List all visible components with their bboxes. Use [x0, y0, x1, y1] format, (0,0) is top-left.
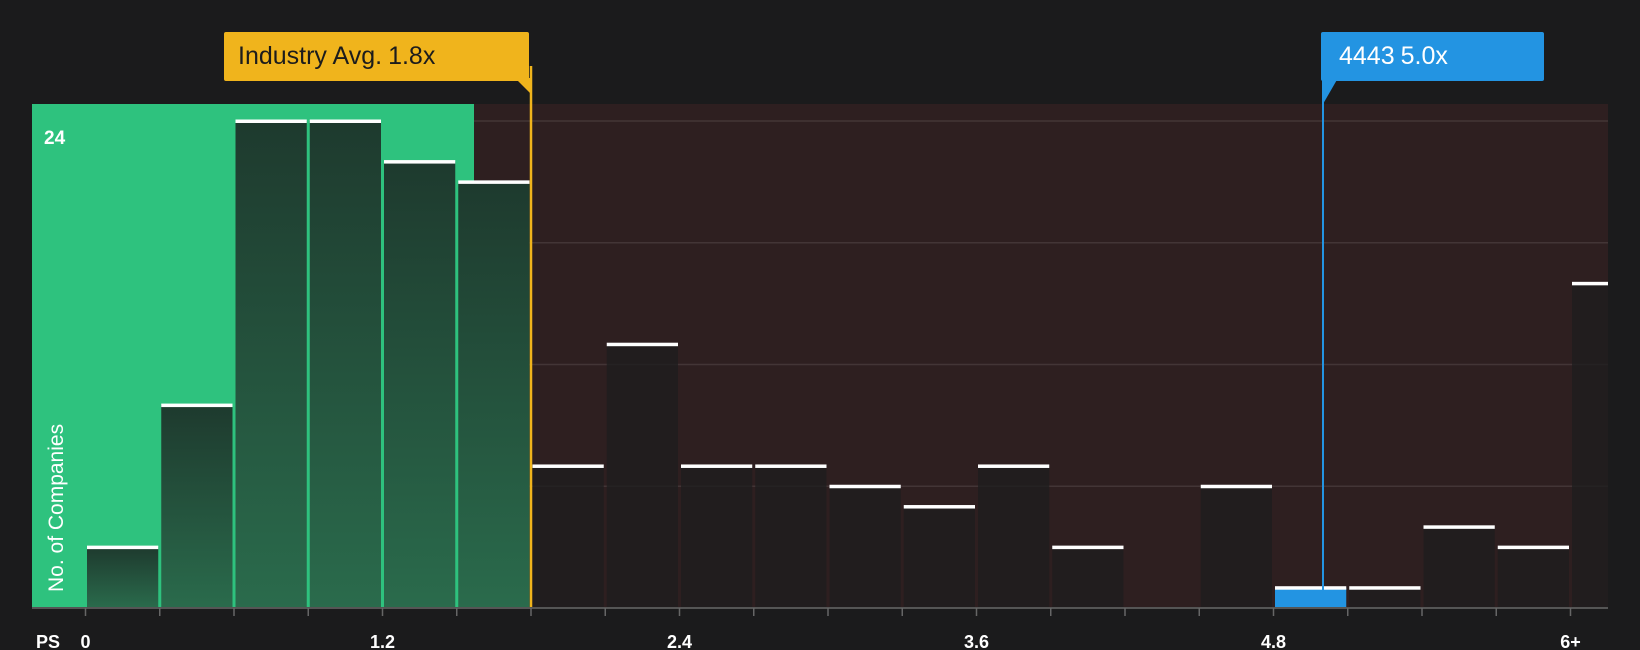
- bar-cap: [1275, 586, 1347, 590]
- histogram-bar: [458, 181, 530, 608]
- industry-average-value: 1.8x: [388, 42, 436, 70]
- bar-cap: [309, 119, 381, 123]
- bar-cap: [1423, 525, 1495, 529]
- histogram-bar: [87, 547, 159, 608]
- bar-cap: [1200, 484, 1272, 489]
- bar-cap: [606, 342, 678, 347]
- bar-cap: [235, 119, 307, 123]
- company-ticker: 4443: [1339, 42, 1395, 70]
- bar-cap: [978, 464, 1050, 468]
- bar-cap: [458, 180, 530, 184]
- x-tick-label: 3.6: [964, 632, 989, 650]
- bar-cap: [755, 464, 827, 468]
- x-tick-label: 2.4: [667, 632, 692, 650]
- ps-distribution-chart: 0 1.2 2.4 3.6 4.8 6+ 24 No. of Companies PS: [0, 0, 1640, 650]
- bar-cap: [1052, 545, 1124, 550]
- histogram-bar: [235, 121, 307, 608]
- histogram-bar: [309, 121, 381, 608]
- histogram-bar: [532, 465, 604, 608]
- histogram-bar: [1275, 587, 1347, 608]
- histogram-bar: [1572, 283, 1608, 608]
- histogram-bar: [1423, 526, 1495, 608]
- histogram-bar: [1349, 587, 1421, 608]
- bar-cap: [161, 403, 233, 408]
- bar-cap: [1349, 586, 1421, 590]
- histogram-bar: [1200, 486, 1272, 608]
- x-tick-label: 0: [80, 632, 90, 650]
- bar-cap: [1572, 281, 1608, 286]
- bar-cap: [87, 545, 159, 550]
- histogram-bar: [978, 465, 1050, 608]
- histogram-bar: [829, 486, 901, 608]
- bar-cap: [903, 505, 975, 509]
- industry-average-callout: Industry Avg. 1.8x: [224, 32, 529, 81]
- x-tick-label: 1.2: [370, 632, 395, 650]
- bar-cap: [384, 160, 456, 164]
- histogram-bar: [161, 405, 233, 608]
- company-value: 5.0x: [1400, 42, 1448, 70]
- y-top-label: 24: [44, 128, 66, 149]
- histogram-bar: [903, 506, 975, 608]
- industry-average-label: Industry Avg.: [238, 42, 383, 70]
- bar-cap: [829, 484, 901, 489]
- histogram-bar: [384, 161, 456, 609]
- histogram-bar: [1497, 547, 1569, 608]
- histogram-bar: [681, 465, 753, 608]
- metric-label: PS: [36, 632, 60, 650]
- y-axis-label: No. of Companies: [45, 424, 68, 592]
- bar-cap: [532, 464, 604, 468]
- bar-cap: [1497, 545, 1569, 550]
- bar-cap: [681, 464, 753, 468]
- histogram-bar: [606, 344, 678, 608]
- histogram-bar: [755, 465, 827, 608]
- x-tick-label: 6+: [1560, 632, 1581, 650]
- x-tick-label: 4.8: [1261, 632, 1286, 650]
- company-callout: 4443 5.0x: [1321, 32, 1544, 81]
- histogram-bar: [1052, 547, 1124, 608]
